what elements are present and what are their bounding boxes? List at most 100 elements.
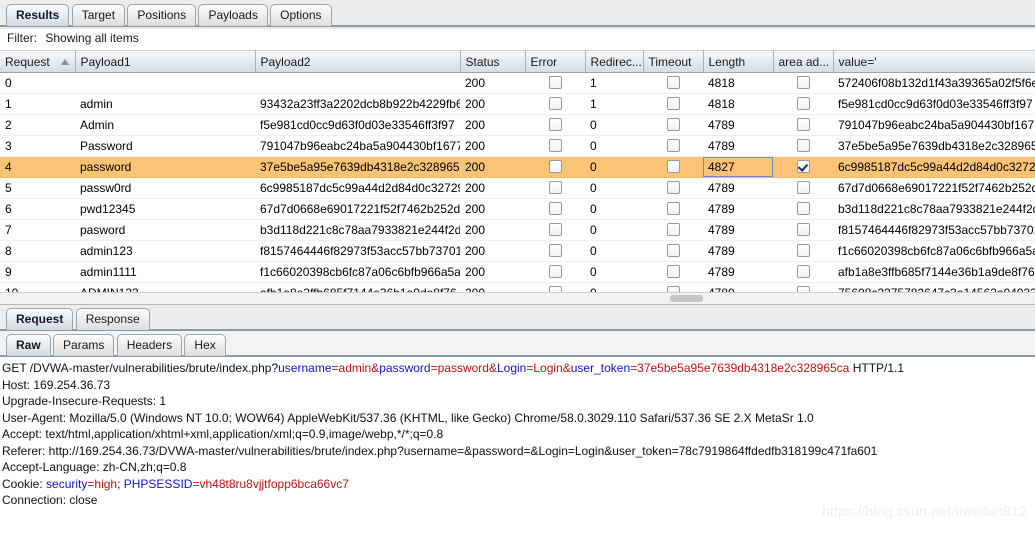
cell-error[interactable] [525, 156, 585, 178]
table-row[interactable]: 3 Password 791047b96eabc24ba5a904430bf1677… [0, 135, 1035, 157]
column-header-timeout[interactable]: Timeout [643, 51, 704, 73]
cell-timeout[interactable] [643, 156, 703, 178]
cell-timeout[interactable] [643, 261, 703, 283]
cell-timeout[interactable] [643, 135, 703, 157]
checkbox-icon[interactable] [666, 243, 680, 257]
cell-error[interactable] [525, 72, 585, 94]
tab-options[interactable]: Options [270, 4, 332, 26]
cell-payload2: 93432a23ff3a2202dcb8b922b4229fb6 [255, 93, 460, 115]
table-row[interactable]: 9 admin1111 f1c66020398cb6fc87a06c6bfb966a… [0, 261, 1035, 283]
raw-request-viewer[interactable]: GET /DVWA-master/vulnerabilities/brute/i… [0, 357, 1035, 521]
tab-target[interactable]: Target [71, 4, 126, 26]
column-header-value[interactable]: value=' [833, 51, 1035, 73]
cell-error[interactable] [525, 177, 585, 199]
checkbox-icon[interactable] [548, 180, 562, 194]
checkbox-icon[interactable] [548, 243, 562, 257]
tab-payloads[interactable]: Payloads [198, 4, 268, 26]
tab-hex[interactable]: Hex [184, 334, 226, 356]
checkbox-icon[interactable] [666, 180, 680, 194]
cell-error[interactable] [525, 261, 585, 283]
checkbox-icon[interactable] [548, 138, 562, 152]
column-header-request[interactable]: Request [0, 51, 76, 73]
table-row[interactable]: 2 Admin f5e981cd0cc9d63f0d03e33546ff3f97 20… [0, 114, 1035, 136]
cell-timeout[interactable] [643, 114, 703, 136]
scrollbar-thumb[interactable] [670, 295, 703, 302]
tab-raw[interactable]: Raw [6, 334, 51, 356]
cell-timeout[interactable] [643, 198, 703, 220]
checkbox-icon[interactable] [666, 264, 680, 278]
cell-area-added[interactable] [773, 135, 833, 157]
cell-timeout[interactable] [643, 72, 703, 94]
cell-area-added[interactable] [773, 156, 833, 178]
table-row[interactable]: 5 passw0rd 6c9985187dc5c99a44d2d84d0c32729… [0, 177, 1035, 199]
column-header-area-added[interactable]: area ad... [773, 51, 834, 73]
cell-timeout[interactable] [643, 219, 703, 241]
checkbox-icon[interactable] [796, 75, 810, 89]
tab-headers[interactable]: Headers [116, 334, 183, 356]
tab-params[interactable]: Params [53, 334, 115, 356]
tab-response[interactable]: Response [75, 308, 150, 330]
table-row[interactable]: 7 pasword b3d118d221c8c78aa7933821e244f2d9… [0, 219, 1035, 241]
checkbox-icon[interactable] [796, 243, 810, 257]
cell-timeout[interactable] [643, 93, 703, 115]
checkbox-icon[interactable] [796, 264, 810, 278]
results-horizontal-scrollbar[interactable] [0, 292, 1035, 304]
cell-area-added[interactable] [773, 114, 833, 136]
checkbox-icon[interactable] [548, 201, 562, 215]
checkbox-icon[interactable] [548, 117, 562, 131]
column-header-payload2[interactable]: Payload2 [255, 51, 461, 73]
checkbox-icon[interactable] [548, 264, 562, 278]
cell-error[interactable] [525, 135, 585, 157]
checkbox-icon[interactable] [796, 96, 810, 110]
column-header-payload1[interactable]: Payload1 [75, 51, 256, 73]
cell-error[interactable] [525, 114, 585, 136]
checkbox-icon[interactable] [666, 96, 680, 110]
checkbox-icon[interactable] [666, 201, 680, 215]
cookie-security-key: security [46, 476, 88, 491]
checkbox-icon[interactable] [666, 159, 680, 173]
table-row[interactable]: 0 200 1 4818 572406f08b132d1f43a39365a02f5f6… [0, 72, 1035, 94]
cell-area-added[interactable] [773, 177, 833, 199]
column-header-status[interactable]: Status [460, 51, 526, 73]
cell-area-added[interactable] [773, 93, 833, 115]
checkbox-icon[interactable] [796, 222, 810, 236]
cell-area-added[interactable] [773, 219, 833, 241]
cell-area-added[interactable] [773, 198, 833, 220]
checkbox-icon[interactable] [796, 180, 810, 194]
cell-area-added[interactable] [773, 240, 833, 262]
table-row[interactable]: 4 password 37e5be5a95e7639db4318e2c328965c… [0, 156, 1035, 178]
checkbox-icon[interactable] [666, 138, 680, 152]
checkbox-icon[interactable] [796, 201, 810, 215]
cell-area-added[interactable] [773, 72, 833, 94]
cell-error[interactable] [525, 93, 585, 115]
cell-timeout[interactable] [643, 177, 703, 199]
checkbox-icon[interactable] [548, 75, 562, 89]
header-host: Host: 169.254.36.73 [2, 377, 111, 392]
tab-results[interactable]: Results [6, 4, 70, 26]
cell-error[interactable] [525, 198, 585, 220]
tab-request[interactable]: Request [6, 308, 74, 330]
table-row[interactable]: 6 pwd12345 67d7d0668e69017221f52f7462b252d… [0, 198, 1035, 220]
checkbox-icon[interactable] [666, 222, 680, 236]
checkbox-icon[interactable] [666, 75, 680, 89]
checkbox-icon[interactable] [666, 117, 680, 131]
table-row[interactable]: 1 admin 93432a23ff3a2202dcb8b922b4229fb6 20… [0, 93, 1035, 115]
column-header-error[interactable]: Error [525, 51, 586, 73]
checkbox-icon[interactable] [548, 96, 562, 110]
cell-status: 200 [460, 156, 525, 178]
checkbox-icon[interactable] [548, 159, 562, 173]
column-header-redirect[interactable]: Redirec... [585, 51, 644, 73]
cell-status: 200 [460, 219, 525, 241]
checkbox-icon[interactable] [548, 222, 562, 236]
checkbox-icon[interactable] [796, 138, 810, 152]
column-header-length[interactable]: Length [703, 51, 774, 73]
cell-error[interactable] [525, 240, 585, 262]
filter-bar[interactable]: Filter: Showing all items [0, 27, 1035, 51]
table-row[interactable]: 8 admin123 f8157464446f82973f53acc57bb7370… [0, 240, 1035, 262]
cell-error[interactable] [525, 219, 585, 241]
cell-area-added[interactable] [773, 261, 833, 283]
checkbox-checked-icon[interactable] [796, 159, 810, 173]
checkbox-icon[interactable] [796, 117, 810, 131]
cell-timeout[interactable] [643, 240, 703, 262]
tab-positions[interactable]: Positions [127, 4, 197, 26]
